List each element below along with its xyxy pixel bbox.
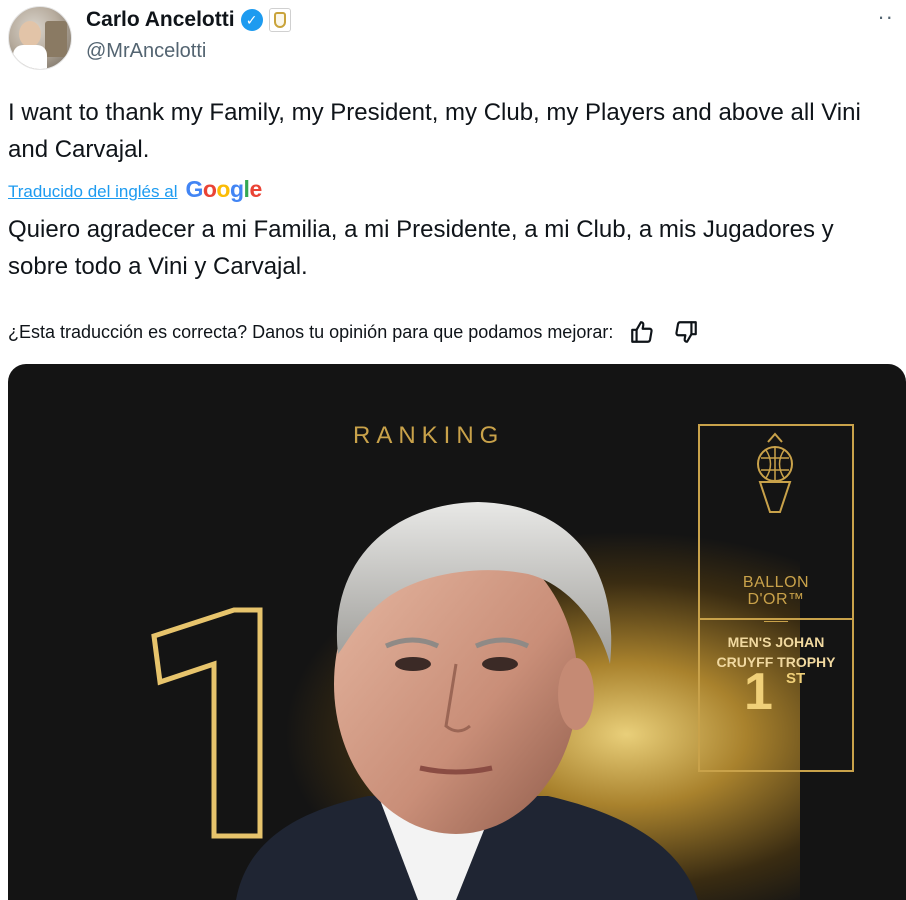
ballon-dor-logo: BALLON D'OR™ [700, 574, 852, 608]
author-handle[interactable]: @MrAncelotti [86, 40, 206, 63]
ranking-label: RANKING [353, 422, 505, 449]
verified-badge-icon[interactable]: ✓ [240, 9, 263, 31]
translation-feedback: ¿Esta traducción es correcta? Danos tu o… [8, 318, 701, 346]
translated-text: Quiero agradecer a mi Familia, a mi Pres… [8, 216, 834, 280]
real-madrid-crest-icon[interactable] [268, 8, 291, 32]
panel-divider [700, 618, 852, 620]
author-name[interactable]: Carlo Ancelotti [86, 8, 235, 32]
thumbs-down-icon[interactable] [671, 318, 701, 346]
tweet-text: I want to thank my Family, my President,… [8, 99, 861, 163]
google-logo: Google [185, 176, 262, 202]
avatar[interactable] [8, 6, 72, 70]
tweet-header: Carlo Ancelotti ✓ @MrAncelotti ·· [0, 0, 906, 80]
thumbs-up-icon[interactable] [627, 318, 657, 346]
ballon-dor-logo-line2: D'OR™ [747, 591, 805, 608]
trophy-panel: BALLON D'OR™ MEN'S JOHAN CRUYFF TROPHY 1… [698, 424, 854, 772]
feedback-prompt: ¿Esta traducción es correcta? Danos tu o… [8, 321, 614, 342]
ballon-dor-logo-line1: BALLON [742, 574, 810, 591]
translation-attribution: Traducido del inglés al Google [8, 176, 262, 203]
tweet-media-image[interactable]: RANKING BALLON D'OR™ MEN'S JOHAN CRUYFF … [8, 364, 906, 900]
trophy-name: MEN'S JOHAN CRUYFF TROPHY [716, 634, 836, 670]
translated-from-link[interactable]: Traducido del inglés al [8, 182, 177, 202]
rank-suffix: ST [786, 670, 806, 687]
author-name-row: Carlo Ancelotti ✓ [86, 8, 291, 32]
more-options-icon[interactable]: ·· [877, 4, 894, 30]
logo-divider [764, 621, 788, 622]
rank-position: 1 [744, 663, 773, 721]
